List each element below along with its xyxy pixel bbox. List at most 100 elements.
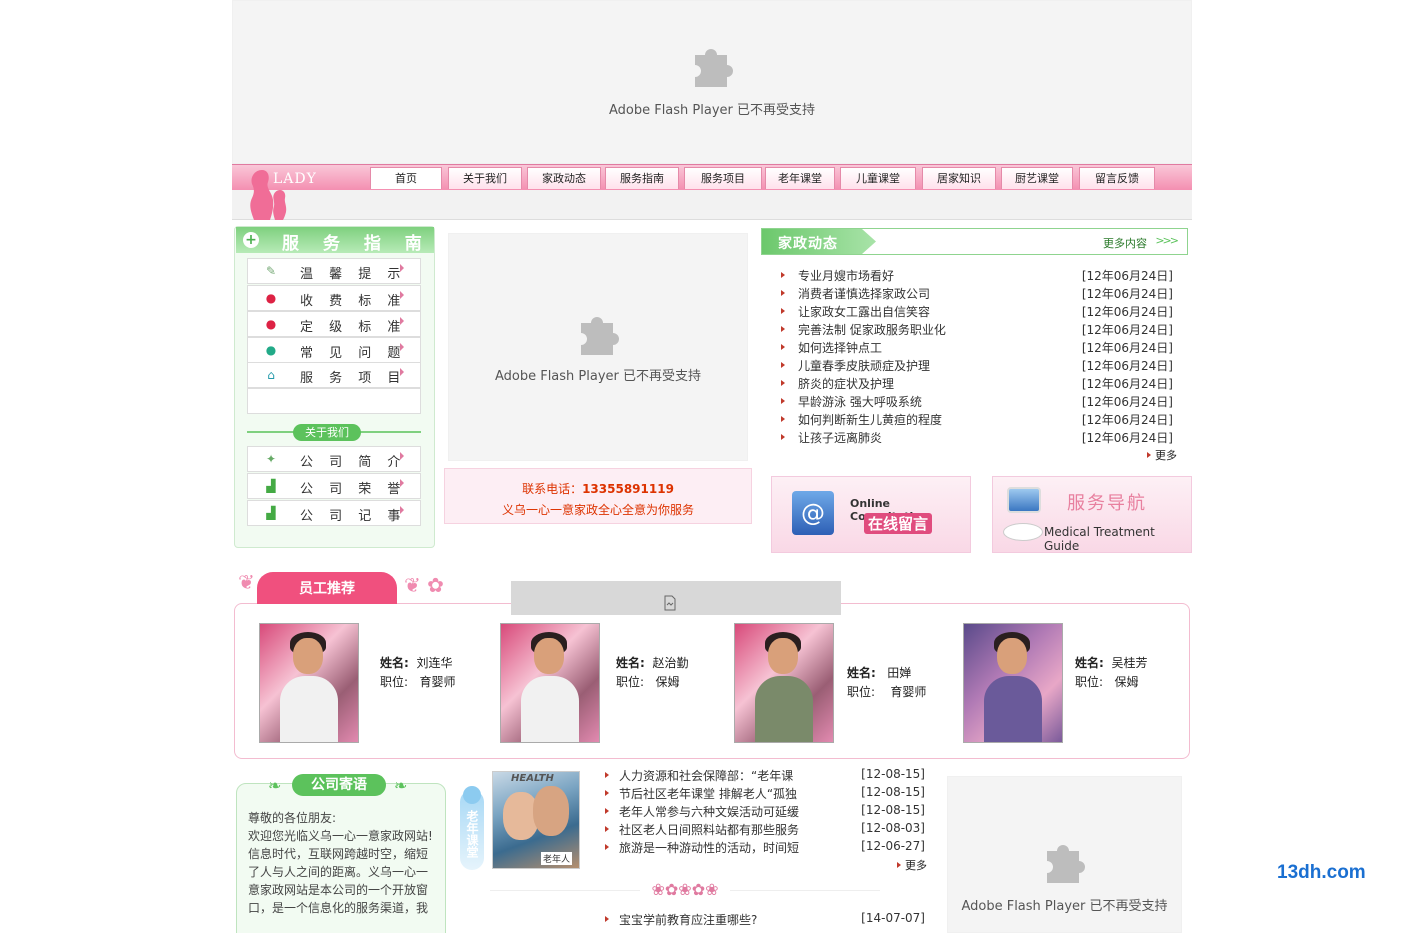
- news-title: 家政动态: [778, 236, 838, 252]
- child-news-item[interactable]: 宝宝学前教育应注重哪些? [14-07-07]: [605, 911, 927, 929]
- nav-elder[interactable]: 老年课堂: [765, 167, 835, 189]
- house-icon: ⌂: [267, 368, 275, 382]
- nav-cooking[interactable]: 厨艺课堂: [1001, 167, 1073, 189]
- elder-news-item[interactable]: 人力资源和社会保障部：“老年课 [12-08-15]: [605, 767, 927, 785]
- employee-name: 田婵: [887, 666, 912, 680]
- elder-news-item[interactable]: 老年人常参与六种文娱活动可延缓 [12-08-15]: [605, 803, 927, 821]
- address-book-icon: @: [792, 491, 834, 535]
- nav-feedback[interactable]: 留言反馈: [1079, 167, 1155, 189]
- news-item-title[interactable]: 如何选择钟点工: [798, 339, 882, 356]
- sidebar-item-fees[interactable]: ● 收 费 标 准: [247, 285, 421, 311]
- nav-guide[interactable]: 服务指南: [605, 167, 679, 189]
- elder-news-item[interactable]: 节后社区老年课堂 排解老人“孤独 [12-08-15]: [605, 785, 927, 803]
- divider-line: [730, 890, 880, 891]
- news-item[interactable]: 让家政女工露出自信笑容 [12年06月24日]: [781, 303, 1175, 321]
- sidebar-item-events[interactable]: ▟ 公 司 记 事: [247, 500, 421, 526]
- news-item-title[interactable]: 儿童春季皮肤顽症及护理: [798, 357, 930, 374]
- news-item[interactable]: 脐炎的症状及护理 [12年06月24日]: [781, 375, 1175, 393]
- elder-news-date: [12-06-27]: [861, 839, 925, 853]
- nav-child[interactable]: 儿童课堂: [840, 167, 916, 189]
- news-item[interactable]: 让孩子远离肺炎 [12年06月24日]: [781, 429, 1175, 447]
- sidebar-item-honors[interactable]: ▟ 公 司 荣 誉: [247, 473, 421, 499]
- employee-role: 保姆: [655, 675, 680, 689]
- nav-home-knowledge[interactable]: 居家知识: [922, 167, 996, 189]
- broken-image-bar: [511, 581, 841, 615]
- news-item-date: [12年06月24日]: [1081, 305, 1173, 319]
- service-navigation-banner[interactable]: 服务导航 Medical Treatment Guide: [992, 476, 1192, 553]
- employee-photo[interactable]: [500, 623, 600, 743]
- bullet-icon: [605, 790, 609, 796]
- employee-photo[interactable]: [963, 623, 1063, 743]
- news-item-date: [12年06月24日]: [1081, 395, 1173, 409]
- computer-icon: [1007, 487, 1041, 513]
- elder-more-button[interactable]: 更多: [897, 857, 927, 873]
- news-item-title[interactable]: 让家政女工露出自信笑容: [798, 303, 930, 320]
- bullet-icon: [1147, 452, 1151, 458]
- news-item-title[interactable]: 专业月嫂市场看好: [798, 267, 894, 284]
- elder-class-image[interactable]: HEALTH 老年人: [492, 771, 580, 869]
- elder-news-item[interactable]: 旅游是一种游动性的活动，时间短 [12-06-27]: [605, 839, 927, 857]
- employee-photo[interactable]: [259, 623, 359, 743]
- wrench-icon: ✦: [265, 452, 277, 466]
- service-navigation-cn: 服务导航: [1067, 493, 1147, 514]
- news-item[interactable]: 早龄游泳 强大呼吸系统 [12年06月24日]: [781, 393, 1175, 411]
- elder-news-item[interactable]: 社区老人日间照料站都有那些服务 [12-08-03]: [605, 821, 927, 839]
- news-item[interactable]: 专业月嫂市场看好 [12年06月24日]: [781, 267, 1175, 285]
- swirl-ornament-icon: ❧: [394, 776, 408, 795]
- news-item[interactable]: 儿童春季皮肤顽症及护理 [12年06月24日]: [781, 357, 1175, 375]
- news-item-title[interactable]: 如何判断新生儿黄疸的程度: [798, 411, 942, 428]
- sidebar-item-company-intro[interactable]: ✦ 公 司 简 介: [247, 446, 421, 472]
- news-item[interactable]: 完善法制 促家政服务职业化 [12年06月24日]: [781, 321, 1175, 339]
- sidebar-empty-slot: [247, 388, 421, 414]
- sidebar-item-tips[interactable]: ✎ 温 馨 提 示: [247, 258, 421, 284]
- news-item-title[interactable]: 早龄游泳 强大呼吸系统: [798, 393, 922, 410]
- news-item-date: [12年06月24日]: [1081, 359, 1173, 373]
- bullet-icon: [605, 772, 609, 778]
- elder-news-date: [12-08-15]: [861, 803, 925, 817]
- sidebar-item-label: 服 务 项 目: [300, 371, 407, 386]
- flash-message: Adobe Flash Player 已不再受支持: [494, 369, 702, 384]
- sidebar-item-grading[interactable]: ● 定 级 标 准: [247, 311, 421, 337]
- news-more-link[interactable]: 更多内容: [1103, 235, 1147, 251]
- users-icon: ●: [265, 343, 277, 357]
- note-icon: ✎: [265, 264, 277, 278]
- swirl-ornament-icon: ❦ ✿: [404, 573, 444, 597]
- bullet-icon: [605, 808, 609, 814]
- flower-icon: [463, 786, 481, 804]
- role-label: 职位:: [847, 685, 876, 699]
- bottom-flash-placeholder: Adobe Flash Player 已不再受支持: [947, 776, 1182, 933]
- flash-message: Adobe Flash Player 已不再受支持: [608, 103, 816, 118]
- bullet-icon: [605, 916, 609, 922]
- service-navigation-en: Medical Treatment Guide: [1044, 525, 1155, 553]
- elder-news-title[interactable]: 社区老人日间照料站都有那些服务: [619, 821, 799, 838]
- child-news-date: [14-07-07]: [861, 911, 925, 925]
- nav-about[interactable]: 关于我们: [448, 167, 522, 189]
- news-item-title[interactable]: 完善法制 促家政服务职业化: [798, 321, 946, 338]
- nav-services[interactable]: 服务项目: [684, 167, 762, 189]
- sidebar-item-services[interactable]: ⌂ 服 务 项 目: [247, 362, 421, 388]
- news-item-title[interactable]: 让孩子远离肺炎: [798, 429, 882, 446]
- arrow-right-icon: [400, 479, 404, 487]
- news-item[interactable]: 如何判断新生儿黄疸的程度 [12年06月24日]: [781, 411, 1175, 429]
- news-item[interactable]: 如何选择钟点工 [12年06月24日]: [781, 339, 1175, 357]
- news-item[interactable]: 消费者谨慎选择家政公司 [12年06月24日]: [781, 285, 1175, 303]
- elder-news-date: [12-08-15]: [861, 785, 925, 799]
- employee-role: 保姆: [1114, 675, 1139, 689]
- elder-news-title[interactable]: 旅游是一种游动性的活动，时间短: [619, 839, 799, 856]
- sidebar-item-faq[interactable]: ● 常 见 问 题: [247, 337, 421, 363]
- online-consultation-banner[interactable]: @ Online Consultation 在线留言: [771, 476, 971, 553]
- contact-slogan: 义乌一心一意家政全心全意为你服务: [501, 503, 694, 517]
- news-item-title[interactable]: 脐炎的症状及护理: [798, 375, 894, 392]
- child-news-title[interactable]: 宝宝学前教育应注重哪些?: [619, 911, 757, 928]
- elder-news-title[interactable]: 节后社区老年课堂 排解老人“孤独: [619, 785, 797, 802]
- news-more-button[interactable]: 更多: [1147, 447, 1177, 463]
- employee-photo[interactable]: [734, 623, 834, 743]
- news-item-title[interactable]: 消费者谨慎选择家政公司: [798, 285, 930, 302]
- online-consultation-cn: 在线留言: [864, 513, 933, 534]
- nav-under-strip: [232, 190, 1192, 220]
- elder-news-title[interactable]: 人力资源和社会保障部：“老年课: [619, 767, 793, 784]
- service-guide-title: 服 务 指 南: [282, 234, 431, 254]
- elder-news-title[interactable]: 老年人常参与六种文娱活动可延缓: [619, 803, 799, 820]
- nav-home[interactable]: 首页: [370, 167, 442, 189]
- nav-news[interactable]: 家政动态: [527, 167, 601, 189]
